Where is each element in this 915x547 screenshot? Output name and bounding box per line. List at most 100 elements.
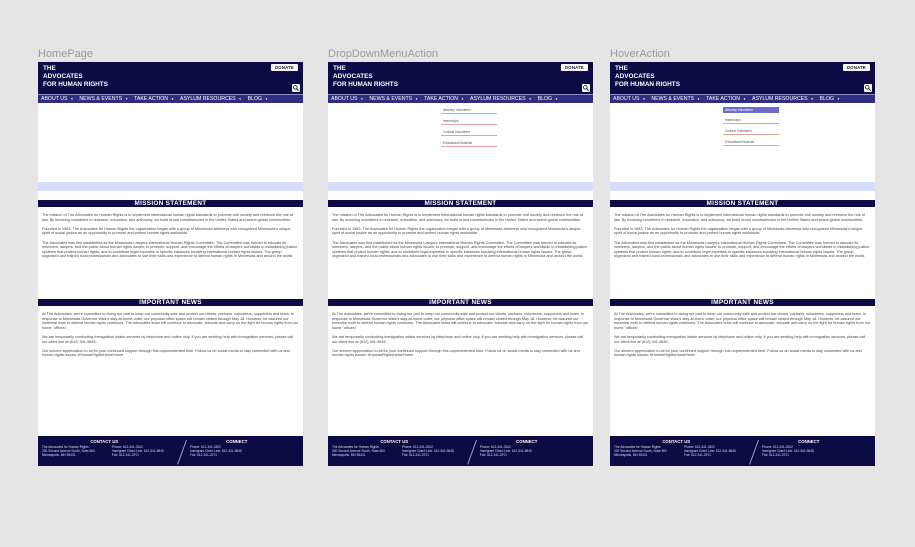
mission-text: The mission of The Advocates for Human R… — [332, 213, 589, 264]
news-text: At The Advocates, we're committed to doi… — [614, 312, 871, 363]
brand-logo[interactable]: THE ADVOCATES FOR HUMAN RIGHTS — [43, 65, 108, 89]
donate-button[interactable]: DONATE — [270, 64, 298, 71]
nav-blog[interactable]: BLOG ▼ — [820, 96, 840, 102]
nav-news-events[interactable]: NEWS & EVENTS ▼ — [79, 96, 128, 102]
frame-label-home: HomePage — [38, 48, 94, 60]
caret-down-icon: ▼ — [125, 97, 129, 101]
mission-paragraph: Founded in 1983, The Advocates for Human… — [614, 226, 863, 236]
news-paragraph: At The Advocates, we're committed to doi… — [614, 312, 871, 330]
footer-connect-title: CONNECT — [516, 439, 538, 444]
dropdown-item-internships[interactable]: Internships — [441, 118, 497, 125]
nav-asylum-resources[interactable]: ASYLUM RESOURCES ▼ — [180, 96, 242, 102]
caret-down-icon: ▼ — [70, 97, 74, 101]
site-footer: CONTACT US CONNECT The Advocates for Hum… — [328, 436, 593, 466]
brand-line-3: FOR HUMAN RIGHTS — [43, 81, 108, 88]
dropdown-item-educational-material[interactable]: Educational Material — [723, 139, 779, 146]
nav-asylum-label: ASYLUM RESOURCES — [179, 96, 236, 102]
footer-address-line: Minneapolis, MN 55401 — [42, 452, 76, 457]
nav-take-action[interactable]: TAKE ACTION ▼ — [706, 96, 746, 102]
brand-line-1: THE — [615, 65, 628, 72]
caret-down-icon: ▼ — [415, 97, 419, 101]
caret-down-icon: ▼ — [265, 97, 269, 101]
footer-connect-phones: Phone: 612-341-3302 Immigrant Client Lin… — [480, 445, 532, 457]
caret-down-icon: ▼ — [837, 97, 841, 101]
caret-down-icon: ▼ — [642, 97, 646, 101]
donate-button[interactable]: DONATE — [842, 64, 870, 71]
brand-line-3: FOR HUMAN RIGHTS — [333, 81, 398, 88]
frame-homepage: THE ADVOCATES FOR HUMAN RIGHTS DONATE AB… — [38, 62, 303, 466]
footer-address-line: Minneapolis, MN 55401 — [614, 452, 648, 457]
nav-take-action-label: TAKE ACTION — [706, 96, 740, 102]
search-icon — [865, 85, 871, 91]
nav-about-us[interactable]: ABOUT US ▼ — [331, 96, 363, 102]
dropdown-item-cultural-volunteers[interactable]: Cultural Volunteers — [723, 128, 779, 135]
nav-news-label: NEWS & EVENTS — [369, 96, 413, 102]
nav-asylum-resources[interactable]: ASYLUM RESOURCES ▼ — [752, 96, 814, 102]
news-paragraph: We are temporarily conducting immigratio… — [614, 334, 866, 344]
footer-phones: Phone: 612-341-3302 Immigrant Client Lin… — [112, 445, 164, 457]
nav-asylum-resources[interactable]: ASYLUM RESOURCES ▼ — [470, 96, 532, 102]
mission-heading: MISSION STATEMENT — [38, 200, 303, 207]
mission-text: The mission of The Advocates for Human R… — [42, 213, 299, 264]
brand-line-2: ADVOCATES — [43, 73, 83, 80]
take-action-dropdown: Attorney Volunteers Internships Cultural… — [441, 107, 497, 151]
dropdown-item-educational-material[interactable]: Educational Material — [441, 140, 497, 147]
nav-about-us[interactable]: ABOUT US ▼ — [41, 96, 73, 102]
footer-phone-line: Fax: 612-341-2971 — [762, 452, 789, 457]
news-paragraph: At The Advocates, we're committed to doi… — [42, 312, 299, 330]
nav-blog[interactable]: BLOG ▼ — [538, 96, 558, 102]
caret-down-icon: ▼ — [461, 97, 464, 101]
footer-phone-line: Fax: 612-341-2971 — [190, 452, 217, 457]
caret-down-icon: ▼ — [528, 97, 532, 101]
footer-phone-line: Fax: 612-341-2971 — [480, 452, 507, 457]
mission-paragraph: The Advocates was first established as t… — [614, 240, 870, 259]
caret-down-icon: ▼ — [697, 97, 701, 101]
hero-band — [38, 182, 303, 191]
nav-take-action[interactable]: TAKE ACTION ▼ — [424, 96, 464, 102]
brand-line-1: THE — [333, 65, 346, 72]
nav-news-label: NEWS & EVENTS — [651, 96, 695, 102]
nav-blog-label: BLOG — [247, 96, 263, 102]
take-action-dropdown: Attorney Volunteers Internships Cultural… — [723, 107, 779, 150]
brand-logo[interactable]: THE ADVOCATES FOR HUMAN RIGHTS — [615, 65, 680, 89]
dropdown-item-cultural-volunteers[interactable]: Cultural Volunteers — [441, 129, 497, 136]
mission-paragraph: The Advocates was first established as t… — [332, 240, 588, 259]
footer-connect-phones: Phone: 612-341-3302 Immigrant Client Lin… — [762, 445, 814, 457]
news-paragraph: We are temporarily conducting immigratio… — [332, 334, 584, 344]
footer-phones: Phone: 612-341-3302 Immigrant Client Lin… — [402, 445, 454, 457]
nav-about-label: ABOUT US — [41, 96, 68, 102]
brand-logo[interactable]: THE ADVOCATES FOR HUMAN RIGHTS — [333, 65, 398, 89]
brand-line-3: FOR HUMAN RIGHTS — [615, 81, 680, 88]
dropdown-item-attorney-volunteers[interactable]: Attorney Volunteers — [441, 107, 497, 114]
mission-paragraph: The Advocates was first established as t… — [42, 240, 298, 259]
footer-contact-title: CONTACT US — [90, 439, 119, 444]
news-paragraph: Our sincere appreciation to all for your… — [332, 348, 580, 358]
news-text: At The Advocates, we're committed to doi… — [42, 312, 299, 363]
site-header: THE ADVOCATES FOR HUMAN RIGHTS DONATE — [38, 62, 303, 94]
dropdown-item-attorney-volunteers[interactable]: Attorney Volunteers — [723, 107, 779, 113]
site-header: THE ADVOCATES FOR HUMAN RIGHTS DONATE — [610, 62, 875, 94]
nav-news-events[interactable]: NEWS & EVENTS ▼ — [369, 96, 418, 102]
footer-phone-line: Fax: 612-341-2971 — [112, 452, 139, 457]
nav-take-action[interactable]: TAKE ACTION ▼ — [134, 96, 174, 102]
news-heading: IMPORTANT NEWS — [328, 299, 593, 306]
mission-heading: MISSION STATEMENT — [610, 200, 875, 207]
search-button[interactable] — [582, 84, 590, 92]
news-paragraph: Our sincere appreciation to all for your… — [42, 348, 290, 358]
nav-blog[interactable]: BLOG ▼ — [248, 96, 268, 102]
search-button[interactable] — [292, 84, 300, 92]
footer-phone-line: Fax: 612-341-2971 — [402, 452, 429, 457]
nav-take-action-label: TAKE ACTION — [424, 96, 458, 102]
footer-address: The Advocates for Human Rights 330 Secon… — [614, 445, 667, 457]
dropdown-item-internships[interactable]: Internships — [723, 117, 779, 124]
nav-news-events[interactable]: NEWS & EVENTS ▼ — [651, 96, 700, 102]
nav-about-us[interactable]: ABOUT US ▼ — [613, 96, 645, 102]
site-footer: CONTACT US CONNECT The Advocates for Hum… — [38, 436, 303, 466]
search-button[interactable] — [864, 84, 872, 92]
caret-down-icon: ▼ — [360, 97, 364, 101]
caret-down-icon: ▼ — [743, 97, 746, 101]
frame-label-dropdown: DropDownMenuAction — [328, 48, 439, 60]
frame-dropdown-menu-action: THE ADVOCATES FOR HUMAN RIGHTS DONATE AB… — [328, 62, 593, 466]
footer-connect-phones: Phone: 612-341-3302 Immigrant Client Lin… — [190, 445, 242, 457]
donate-button[interactable]: DONATE — [560, 64, 588, 71]
